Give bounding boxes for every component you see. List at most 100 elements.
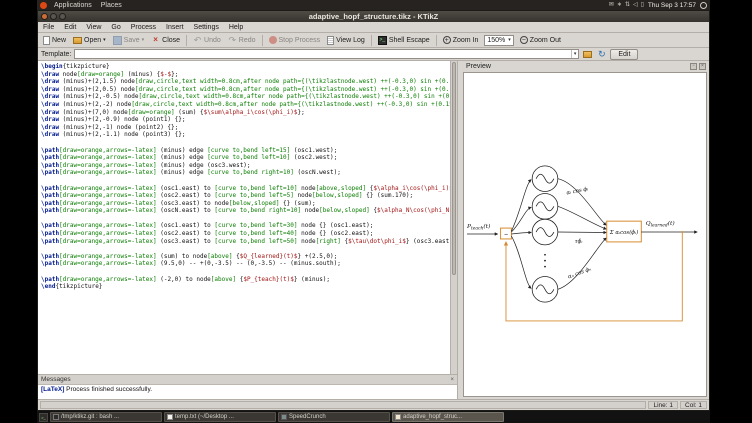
- code-line[interactable]: \draw node[draw=orange] (minus) {$-$};: [41, 71, 450, 79]
- refresh-icon: ↻: [597, 50, 606, 59]
- messages-title: Messages: [41, 376, 71, 383]
- places-menu[interactable]: Places: [99, 2, 124, 9]
- float-panel-icon[interactable]: ▫: [690, 63, 697, 70]
- code-line[interactable]: \path[draw=orange,arrows=-latex] (minus)…: [41, 169, 450, 177]
- shell-escape-button[interactable]: >_Shell Escape: [375, 35, 433, 46]
- zoom-in-button[interactable]: +Zoom In: [440, 35, 482, 45]
- open-template-button[interactable]: [582, 49, 593, 60]
- clock[interactable]: Thu Sep 3 17:57: [648, 2, 696, 9]
- taskbar-items: /tmp/ktikz.git : bash ...temp.txt (~/Des…: [50, 412, 504, 422]
- zoom-out-button[interactable]: −Zoom Out: [517, 35, 564, 45]
- maximize-window-icon[interactable]: [59, 13, 66, 20]
- view-log-button[interactable]: View Log: [324, 35, 368, 46]
- code-line[interactable]: \path[draw=orange,arrows=-latex] (osc3.e…: [41, 200, 450, 208]
- code-line[interactable]: \path[draw=orange,arrows=-latex] (minus)…: [41, 154, 450, 162]
- code-line[interactable]: \path[draw=orange,arrows=-latex] (osc1.e…: [41, 185, 450, 193]
- status-bar: Line: 1 Col: 1: [38, 399, 709, 410]
- new-button[interactable]: New: [40, 35, 69, 46]
- preview-panel-header[interactable]: Preview ▫ ×: [463, 61, 709, 72]
- code-editor[interactable]: \begin{tikzpicture}\draw node[draw=orang…: [38, 61, 458, 374]
- code-line[interactable]: [41, 177, 450, 185]
- gain-bottom-label: αₙ cos ϕₙ: [567, 266, 592, 280]
- undo-icon: ↶: [193, 36, 202, 45]
- ubuntu-logo-icon[interactable]: [40, 2, 47, 9]
- taskbar-item[interactable]: SpeedCrunch: [278, 412, 390, 422]
- toolbar-separator: [371, 35, 372, 46]
- main-area: \begin{tikzpicture}\draw node[draw=orang…: [38, 61, 709, 399]
- network-icon[interactable]: ⇅: [625, 2, 630, 8]
- stop-process-button[interactable]: Stop Process: [266, 35, 324, 45]
- close-panel-icon[interactable]: ×: [699, 63, 706, 70]
- code-line[interactable]: \draw (minus)+(2,-1.1) node (point3) {};: [41, 131, 450, 139]
- power-icon[interactable]: [700, 2, 707, 9]
- volume-icon[interactable]: ◁: [633, 2, 638, 8]
- code-line[interactable]: \path[draw=orange,arrows=-latex] (sum) t…: [41, 253, 450, 261]
- menu-go[interactable]: Go: [106, 24, 125, 31]
- code-line[interactable]: \path[draw=orange,arrows=-latex] (osc2.e…: [41, 192, 450, 200]
- code-line[interactable]: \draw (minus)+(7,0) node[draw=orange] (s…: [41, 109, 450, 117]
- menu-help[interactable]: Help: [224, 24, 248, 31]
- chevron-down-icon: ▾: [508, 37, 511, 43]
- close-messages-icon[interactable]: ×: [450, 377, 454, 383]
- code-line[interactable]: \draw (minus)+(2,0.5) node[draw,circle,t…: [41, 86, 450, 94]
- dropdown-arrow-icon: ▾: [103, 37, 106, 43]
- undo-button[interactable]: ↶Undo: [190, 35, 224, 46]
- taskbar-item[interactable]: temp.txt (~/Desktop ...: [164, 412, 276, 422]
- code-line[interactable]: [41, 245, 450, 253]
- reload-template-button[interactable]: ↻: [596, 49, 607, 60]
- zoom-level-combo[interactable]: 150%▾: [484, 35, 513, 46]
- redo-button[interactable]: ↷Redo: [225, 35, 259, 46]
- menu-file[interactable]: File: [38, 24, 59, 31]
- output-signal-label: Qlearned(t): [646, 220, 676, 228]
- code-line[interactable]: [41, 268, 450, 276]
- ktikz-icon: [395, 414, 401, 420]
- save-icon: [113, 36, 122, 45]
- code-line[interactable]: \path[draw=orange,arrows=-latex] (minus)…: [41, 147, 450, 155]
- dropdown-arrow-icon: ▾: [142, 37, 145, 43]
- taskbar-item[interactable]: /tmp/ktikz.git : bash ...: [50, 412, 162, 422]
- status-line: Line: 1: [648, 401, 678, 409]
- menu-edit[interactable]: Edit: [59, 24, 81, 31]
- code-line[interactable]: \path[draw=orange,arrows=-latex] (9.5,0)…: [41, 260, 450, 268]
- code-line[interactable]: \draw (minus)+(2,-2) node[draw,circle,te…: [41, 101, 450, 109]
- show-desktop-icon[interactable]: >_: [39, 413, 48, 422]
- ktikz-window: adaptive_hopf_structure.tikz - KTikZ Fil…: [37, 10, 710, 411]
- code-line[interactable]: \draw (minus)+(2,-1) node (point2) {};: [41, 124, 450, 132]
- code-line[interactable]: [41, 215, 450, 223]
- close-button[interactable]: ×Close: [148, 35, 183, 46]
- menu-insert[interactable]: Insert: [161, 24, 189, 31]
- desktop: Applications Places ✉∗⇅◁▯ Thu Sep 3 17:5…: [37, 0, 710, 423]
- applications-menu[interactable]: Applications: [52, 2, 94, 9]
- bluetooth-icon[interactable]: ∗: [617, 2, 622, 8]
- code-line[interactable]: \end{tikzpicture}: [41, 283, 450, 291]
- code-line[interactable]: \path[draw=orange,arrows=-latex] (osc1.e…: [41, 222, 450, 230]
- code-line[interactable]: \path[draw=orange,arrows=-latex] (minus)…: [41, 162, 450, 170]
- editor-scrollbar[interactable]: [450, 61, 457, 374]
- minimize-window-icon[interactable]: [50, 13, 57, 20]
- scrollbar-thumb[interactable]: [452, 62, 456, 275]
- code-line[interactable]: \begin{tikzpicture}: [41, 63, 450, 71]
- preview-content[interactable]: Pteach(t) −: [463, 72, 707, 397]
- code-area[interactable]: \begin{tikzpicture}\draw node[draw=orang…: [38, 61, 450, 374]
- code-line[interactable]: \draw (minus)+(2,-0.5) node[draw,circle,…: [41, 93, 450, 101]
- titlebar[interactable]: adaptive_hopf_structure.tikz - KTikZ: [38, 11, 709, 22]
- mail-icon[interactable]: ✉: [609, 2, 614, 8]
- save-button[interactable]: Save▾: [110, 35, 147, 46]
- code-line[interactable]: \path[draw=orange,arrows=-latex] (oscN.e…: [41, 207, 450, 215]
- edit-template-button[interactable]: Edit: [610, 49, 638, 60]
- open-button[interactable]: Open▾: [70, 36, 109, 45]
- code-line[interactable]: \draw (minus)+(2,-0.9) node (point1) {};: [41, 116, 450, 124]
- menu-process[interactable]: Process: [126, 24, 161, 31]
- code-line[interactable]: \path[draw=orange,arrows=-latex] (osc3.e…: [41, 238, 450, 246]
- battery-icon[interactable]: ▯: [641, 2, 644, 8]
- close-window-icon[interactable]: [41, 13, 48, 20]
- code-line[interactable]: \path[draw=orange,arrows=-latex] (osc2.e…: [41, 230, 450, 238]
- code-line[interactable]: \draw (minus)+(2,1.5) node[draw,circle,t…: [41, 78, 450, 86]
- template-combo[interactable]: ▾: [74, 49, 579, 59]
- tray-icons: ✉∗⇅◁▯: [609, 2, 644, 8]
- code-line[interactable]: \path[draw=orange,arrows=-latex] (-2,0) …: [41, 276, 450, 284]
- menu-settings[interactable]: Settings: [189, 24, 224, 31]
- taskbar-item[interactable]: adaptive_hopf_struc...: [392, 412, 504, 422]
- code-line[interactable]: [41, 139, 450, 147]
- menu-view[interactable]: View: [81, 24, 106, 31]
